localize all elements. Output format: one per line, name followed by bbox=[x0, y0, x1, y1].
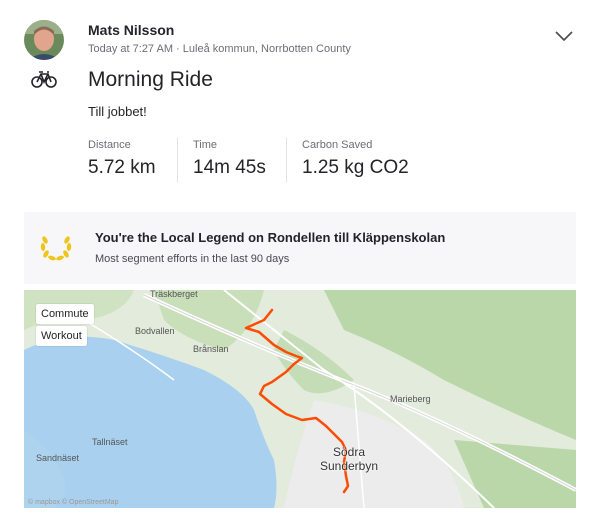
route-map[interactable]: Commute Workout Träskberget Bodvallen Br… bbox=[24, 290, 576, 508]
place-label: Träskberget bbox=[150, 290, 198, 299]
stat-time: Time 14m 45s bbox=[193, 138, 266, 182]
stat-carbon-saved: Carbon Saved 1.25 kg CO2 bbox=[302, 138, 409, 182]
place-label: Bodvallen bbox=[135, 326, 175, 336]
divider bbox=[286, 138, 287, 182]
stat-label: Time bbox=[193, 139, 218, 151]
divider bbox=[177, 138, 178, 182]
place-label: Sandnäset bbox=[36, 453, 80, 463]
place-label: Tallnäset bbox=[92, 437, 128, 447]
stat-value: 5.72 km bbox=[88, 157, 156, 178]
chevron-down-icon[interactable] bbox=[554, 29, 574, 43]
legend-subtitle: Most segment efforts in the last 90 days bbox=[95, 253, 290, 265]
activity-meta: Today at 7:27 AM · Luleå kommun, Norrbot… bbox=[88, 43, 351, 55]
activity-description: Till jobbet! bbox=[88, 104, 147, 119]
place-label: Brånslan bbox=[193, 344, 229, 354]
stat-label: Carbon Saved bbox=[302, 139, 373, 151]
place-label-line: Sunderbyn bbox=[319, 459, 379, 473]
avatar[interactable] bbox=[24, 20, 64, 60]
map-canvas bbox=[24, 290, 576, 508]
place-label-line: Södra bbox=[332, 445, 366, 459]
local-legend-banner[interactable]: You're the Local Legend on Rondellen til… bbox=[24, 212, 576, 284]
map-attribution[interactable]: © mapbox © OpenStreetMap bbox=[28, 499, 118, 506]
athlete-name[interactable]: Mats Nilsson bbox=[88, 22, 174, 38]
stat-value: 14m 45s bbox=[193, 157, 266, 178]
commute-tag: Commute bbox=[36, 304, 94, 324]
stat-value: 1.25 kg CO2 bbox=[302, 157, 409, 178]
place-label: Marieberg bbox=[390, 394, 431, 404]
activity-title[interactable]: Morning Ride bbox=[88, 68, 213, 92]
stat-label: Distance bbox=[88, 139, 131, 151]
laurel-icon bbox=[39, 232, 73, 262]
workout-tag: Workout bbox=[36, 326, 87, 346]
activity-card: Mats Nilsson Today at 7:27 AM · Luleå ko… bbox=[0, 0, 592, 515]
place-label: Södra Sunderbyn bbox=[314, 445, 384, 473]
bike-icon bbox=[31, 70, 57, 88]
stat-distance: Distance 5.72 km bbox=[88, 138, 156, 182]
legend-title: You're the Local Legend on Rondellen til… bbox=[95, 230, 446, 245]
